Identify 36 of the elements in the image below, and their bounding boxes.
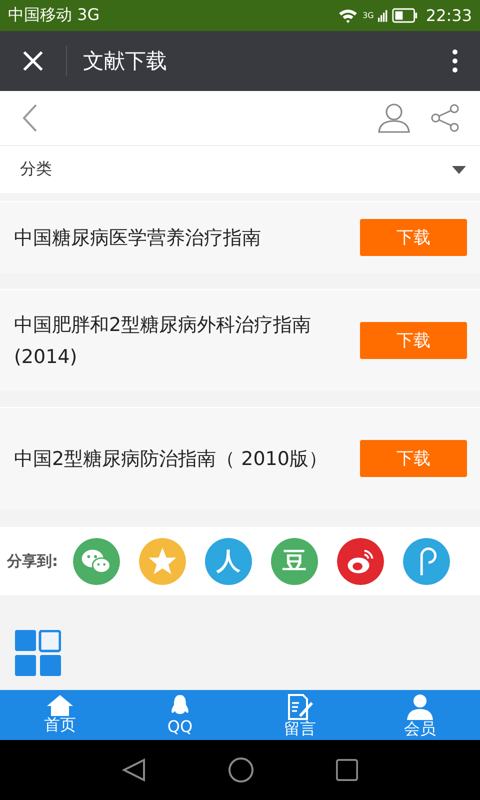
- download-button[interactable]: 下载: [360, 322, 467, 359]
- more-icon[interactable]: [452, 49, 458, 73]
- back-icon[interactable]: [22, 104, 38, 132]
- close-icon[interactable]: [22, 50, 44, 72]
- window-title: 文献下载: [83, 48, 167, 75]
- document-title: 中国肥胖和2型糖尿病外科治疗指南(2014): [14, 312, 312, 370]
- grid-menu-icon[interactable]: [15, 630, 61, 676]
- share-button[interactable]: 人: [205, 538, 252, 584]
- clock: 22:33: [426, 6, 472, 25]
- nav-tab[interactable]: 留言: [240, 690, 360, 740]
- share-icon[interactable]: [430, 104, 460, 132]
- eye-swirl-icon[interactable]: [337, 538, 384, 584]
- battery-icon: [392, 8, 418, 23]
- share-button[interactable]: 豆: [271, 538, 318, 584]
- signal-icon: [378, 8, 388, 22]
- chat-bubbles-icon[interactable]: [73, 538, 120, 584]
- document-title: 中国2型糖尿病防治指南（ 2010版）: [14, 446, 328, 472]
- document-title: 中国糖尿病医学营养治疗指南: [14, 226, 262, 250]
- share-label: 分享到:: [7, 552, 58, 570]
- recents-square-icon[interactable]: [336, 759, 358, 781]
- nav-tab[interactable]: 会员: [360, 690, 480, 740]
- home-circle-icon[interactable]: [228, 757, 254, 783]
- note-pencil-icon: [287, 694, 313, 720]
- category-dropdown[interactable]: 分类: [0, 146, 480, 193]
- home-icon: [46, 694, 74, 716]
- user-icon[interactable]: [378, 103, 410, 133]
- wifi-icon: [336, 8, 359, 24]
- download-button[interactable]: 下载: [360, 440, 467, 477]
- nav-tab[interactable]: QQ: [120, 690, 240, 740]
- carrier-name: 中国移动 3G: [8, 5, 100, 26]
- person-icon: [406, 694, 434, 720]
- network-label: 3G: [362, 11, 374, 20]
- download-button[interactable]: 下载: [360, 219, 467, 256]
- dropdown-caret-icon: [452, 166, 466, 174]
- back-triangle-icon[interactable]: [122, 758, 146, 782]
- nav-tab[interactable]: 首页: [0, 690, 120, 740]
